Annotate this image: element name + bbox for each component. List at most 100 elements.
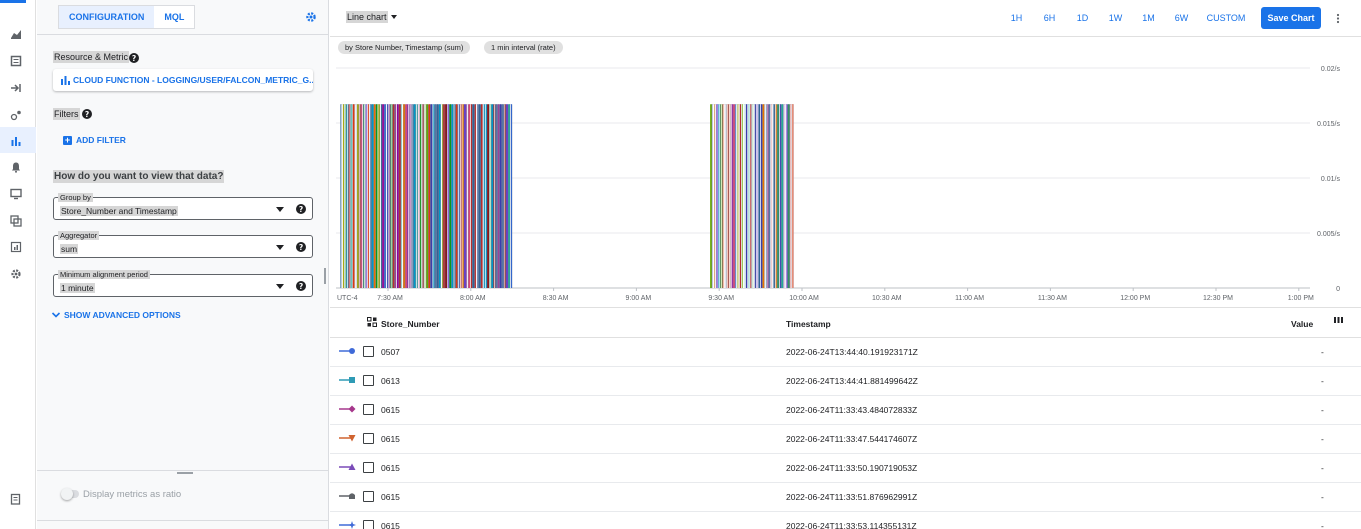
table-row[interactable]: 0507 2022-06-24T13:44:40.191923171Z - [330,338,1361,367]
row-checkbox[interactable] [363,520,374,529]
dashboard-area-chart-icon[interactable] [9,27,23,41]
group-by-select[interactable]: Group by Store_Number and Timestamp ? [53,193,313,220]
table-row[interactable]: 0615 2022-06-24T11:33:50.190719053Z - [330,454,1361,483]
min-alignment-help-icon[interactable]: ? [296,281,306,291]
value-cell: - [1321,347,1324,357]
range-1m[interactable]: 1M [1132,11,1165,25]
metric-button-label: CLOUD FUNCTION - LOGGING/USER/FALCON_MET… [73,75,313,85]
row-checkbox[interactable] [363,433,374,444]
range-6h[interactable]: 6H [1033,11,1066,25]
save-chart-button[interactable]: Save Chart [1261,7,1321,29]
integrations-icon[interactable] [9,81,23,95]
groups-icon[interactable] [9,214,23,228]
column-picker-icon[interactable] [367,317,377,327]
group-by-help-icon[interactable]: ? [296,204,306,214]
store-number-cell: 0615 [381,521,400,529]
x-tick-label: 8:00 AM [460,295,486,302]
store-number-cell: 0615 [381,492,400,502]
range-custom[interactable]: CUSTOM [1198,11,1254,25]
range-6w[interactable]: 6W [1165,11,1198,25]
table-row[interactable]: 0613 2022-06-24T13:44:41.881499642Z - [330,367,1361,396]
release-notes-icon[interactable] [9,492,23,506]
advanced-options-label: SHOW ADVANCED OPTIONS [64,310,181,320]
min-alignment-label: Minimum alignment period [58,270,150,279]
series-marker-icon [339,493,355,499]
series-marker-icon [339,435,356,442]
tab-mql[interactable]: MQL [154,6,194,28]
row-checkbox[interactable] [363,462,374,473]
chart-type-select[interactable]: Line chart [346,11,397,23]
timestamp-cell: 2022-06-24T11:33:53.114355131Z [786,521,917,529]
table-row[interactable]: 0615 2022-06-24T11:33:47.544174607Z - [330,425,1361,454]
chevron-down-icon [276,284,284,289]
x-tick-label: 9:30 AM [708,295,734,302]
timestamp-column-header[interactable]: Timestamp [786,319,831,329]
add-filter-button[interactable]: + ADD FILTER [63,135,126,145]
row-checkbox[interactable] [363,404,374,415]
store-number-cell: 0615 [381,463,400,473]
resource-metric-label: Resource & Metric [53,51,130,63]
chevron-down-icon [276,245,284,250]
range-1d[interactable]: 1D [1066,11,1099,25]
split-drag-handle[interactable] [177,472,193,474]
slo-icon[interactable] [9,240,23,254]
aggregator-select[interactable]: Aggregator sum ? [53,231,313,258]
y-tick-label: 0.015/s [1317,121,1340,128]
filters-help-icon[interactable]: ? [82,109,92,119]
monitoring-screen-icon[interactable] [9,187,23,201]
row-checkbox[interactable] [363,375,374,386]
panel-settings-gear-icon[interactable] [305,11,317,23]
time-range-selector: 1H 6H 1D 1W 1M 6W CUSTOM [1000,11,1254,25]
table-row[interactable]: 0615 2022-06-24T11:33:53.114355131Z - [330,512,1361,529]
show-advanced-options-button[interactable]: SHOW ADVANCED OPTIONS [51,310,181,320]
settings-gear-icon[interactable] [9,267,23,281]
timestamp-cell: 2022-06-24T13:44:41.881499642Z [786,376,918,386]
x-tick-label: 11:00 AM [955,295,984,302]
panel-split-divider [37,470,329,471]
rail-active-accent [0,0,26,3]
nav-rail [0,0,36,529]
group-by-chip[interactable]: by Store Number, Timestamp (sum) [338,41,471,54]
bar-chart-icon [61,75,70,85]
resource-metric-help-icon[interactable]: ? [129,53,139,63]
value-cell: - [1321,405,1324,415]
range-1h[interactable]: 1H [1000,11,1033,25]
value-cell: - [1321,492,1324,502]
store-number-column-header[interactable]: Store_Number [381,319,440,329]
panel-scrollbar[interactable] [324,268,326,284]
column-density-icon[interactable] [1334,316,1343,325]
aggregator-help-icon[interactable]: ? [296,242,306,252]
value-cell: - [1321,376,1324,386]
row-checkbox[interactable] [363,346,374,357]
tab-divider [37,34,329,35]
timestamp-cell: 2022-06-24T11:33:47.544174607Z [786,434,918,444]
ratio-toggle[interactable] [61,488,79,500]
aggregator-label: Aggregator [58,231,100,240]
metrics-explorer-icon[interactable] [9,134,23,148]
min-alignment-select[interactable]: Minimum alignment period 1 minute ? [53,270,313,297]
value-column-header[interactable]: Value [1291,319,1313,329]
value-cell: - [1321,463,1324,473]
uptime-check-icon[interactable] [9,108,23,122]
panel-bottom-divider [37,520,329,521]
range-1w[interactable]: 1W [1099,11,1132,25]
line-chart[interactable]: 0.02/s 0.015/s 0.01/s 0.005/s 0 UTC-4 7:30 AM 8… [330,56,1361,306]
table-row[interactable]: 0615 2022-06-24T11:33:43.484072833Z - [330,396,1361,425]
more-options-icon[interactable] [1334,11,1342,25]
series-marker-icon [339,377,355,383]
x-tick-label: 10:00 AM [789,295,819,302]
x-tick-label: 12:00 PM [1120,295,1150,302]
tab-configuration[interactable]: CONFIGURATION [59,6,155,28]
store-number-cell: 0507 [381,347,400,357]
store-number-cell: 0615 [381,405,400,415]
interval-chip[interactable]: 1 min interval (rate) [484,41,563,54]
x-tick-label: 9:00 AM [626,295,652,302]
chevron-down-icon [276,207,284,212]
services-icon[interactable] [9,54,23,68]
chart-area: Line chart 1H 6H 1D 1W 1M 6W CUSTOM Save… [330,0,1361,529]
select-metric-button[interactable]: CLOUD FUNCTION - LOGGING/USER/FALCON_MET… [53,69,313,91]
table-row[interactable]: 0615 2022-06-24T11:33:51.876962991Z - [330,483,1361,512]
row-checkbox[interactable] [363,491,374,502]
chevron-down-icon [51,312,61,318]
alerting-bell-icon[interactable] [9,160,23,174]
